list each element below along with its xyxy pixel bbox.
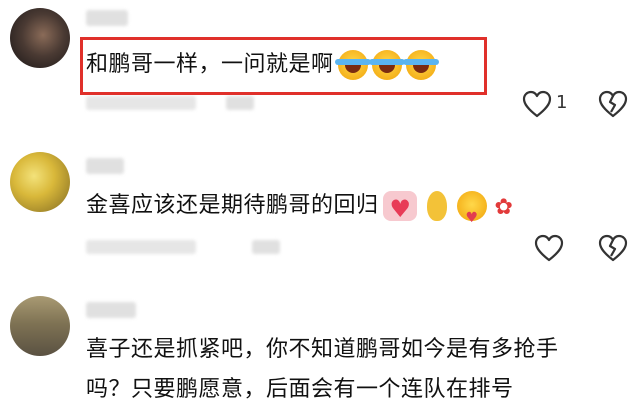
broken-heart-icon — [598, 234, 628, 262]
username-blurred[interactable] — [86, 10, 128, 26]
broken-heart-icon — [598, 90, 628, 118]
like-button[interactable] — [522, 90, 552, 118]
heart-outline-icon — [522, 90, 552, 118]
heart-outline-icon — [534, 234, 564, 262]
highlight-box — [80, 37, 487, 95]
rose-emoji-icon — [495, 191, 515, 225]
comment-text: 金喜应该还是期待鹏哥的回归 — [86, 189, 515, 235]
comment-text-body: 金喜应该还是期待鹏哥的回归 — [86, 193, 379, 218]
dislike-button[interactable] — [598, 90, 628, 118]
username-blurred[interactable] — [86, 158, 124, 174]
avatar[interactable] — [10, 152, 70, 212]
dislike-button[interactable] — [598, 234, 628, 262]
reply-link-blurred[interactable] — [226, 96, 254, 110]
comment-meta-blurred — [86, 240, 196, 254]
avatar[interactable] — [10, 8, 70, 68]
like-count: 1 — [556, 92, 568, 113]
reply-link-blurred[interactable] — [252, 240, 280, 254]
like-button[interactable] — [534, 234, 564, 262]
avatar[interactable] — [10, 296, 70, 356]
hug-emoji-icon — [456, 191, 487, 235]
comment-text-line-1: 喜子还是抓紧吧，你不知道鹏哥如今是有多抢手 — [86, 337, 559, 362]
comment-text-line-2: 吗？只要鹏愿意，后面会有一个连队在排号 — [86, 377, 514, 402]
username-blurred[interactable] — [86, 302, 136, 318]
heart-box-emoji-icon — [382, 191, 417, 226]
gourd-emoji-icon — [426, 191, 447, 221]
comment-meta-blurred — [86, 96, 196, 110]
